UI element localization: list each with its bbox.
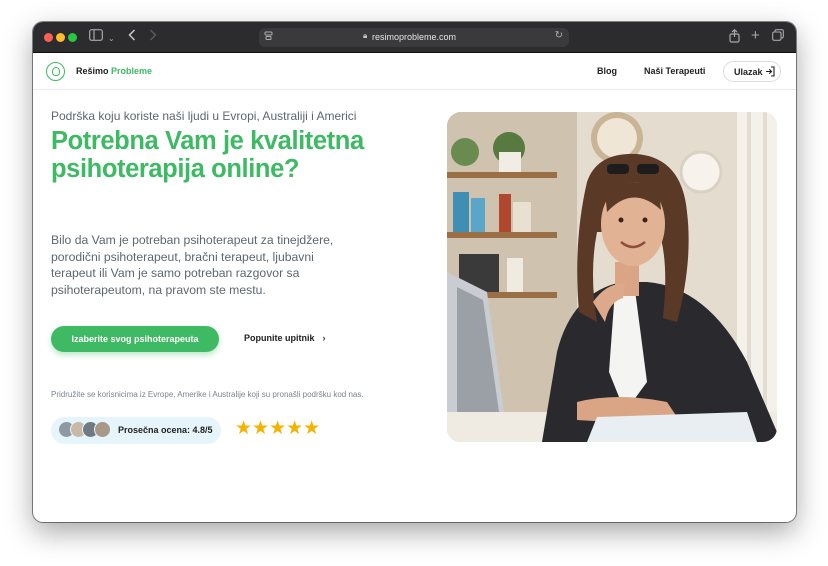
choose-therapist-button[interactable]: Izaberite svog psihoterapeuta [51, 326, 219, 352]
sidebar-toggle-icon[interactable] [89, 29, 103, 45]
hero-headline: Potrebna Vam je kvalitetna psihoterapija… [51, 127, 364, 183]
tab-overview-icon[interactable] [772, 29, 784, 45]
social-proof-text: Pridružite se korisnicima iz Evrope, Ame… [51, 390, 364, 399]
hero-description: Bilo da Vam je potreban psihoterapeut za… [51, 233, 334, 297]
new-tab-icon[interactable]: + [751, 28, 760, 44]
chevron-right-icon: › [322, 333, 326, 343]
reload-icon[interactable]: ↻ [555, 30, 563, 41]
user-avatars [58, 421, 112, 440]
brain-circle-icon[interactable] [46, 62, 65, 81]
share-icon[interactable] [729, 29, 740, 47]
questionnaire-link[interactable]: Popunite upitnik › [244, 333, 326, 343]
nav-blog-link[interactable]: Blog [597, 66, 617, 76]
site-header: Rešimo Probleme Blog Naši Terapeuti Ulaz… [33, 53, 796, 90]
five-star-rating: ★★★★★ [235, 418, 321, 439]
login-button-label: Ulazak [734, 67, 763, 77]
questionnaire-link-label: Popunite upitnik [244, 333, 315, 343]
browser-window: ⌄ 🔒︎ resimoprobleme.com ↻ + Rešimo Probl… [33, 22, 796, 522]
back-arrow-icon[interactable] [128, 29, 136, 45]
address-bar-url[interactable]: resimoprobleme.com [259, 31, 569, 44]
site-logo[interactable]: Rešimo Probleme [76, 66, 152, 76]
logo-name: Rešimo [76, 66, 109, 76]
avatar [94, 421, 111, 438]
hero-eyebrow: Podrška koju koriste naši ljudi u Evropi… [51, 109, 357, 123]
nav-therapists-link[interactable]: Naši Terapeuti [644, 66, 705, 76]
logo-accent: Probleme [111, 66, 153, 76]
forward-arrow-icon[interactable] [149, 29, 157, 45]
maximize-window-button[interactable] [68, 33, 77, 42]
minimize-window-button[interactable] [56, 33, 65, 42]
average-rating-text: Prosečna ocena: 4.8/5 [118, 425, 213, 435]
close-window-button[interactable] [44, 33, 53, 42]
therapist-photo [447, 112, 777, 442]
login-button[interactable]: Ulazak [723, 61, 781, 82]
tab-menu-chevron-icon[interactable]: ⌄ [108, 31, 115, 47]
rating-badge: Prosečna ocena: 4.8/5 [51, 417, 221, 444]
login-arrow-icon [765, 66, 775, 79]
browser-titlebar: ⌄ 🔒︎ resimoprobleme.com ↻ + [33, 22, 796, 53]
address-bar[interactable]: 🔒︎ resimoprobleme.com ↻ [259, 28, 569, 47]
